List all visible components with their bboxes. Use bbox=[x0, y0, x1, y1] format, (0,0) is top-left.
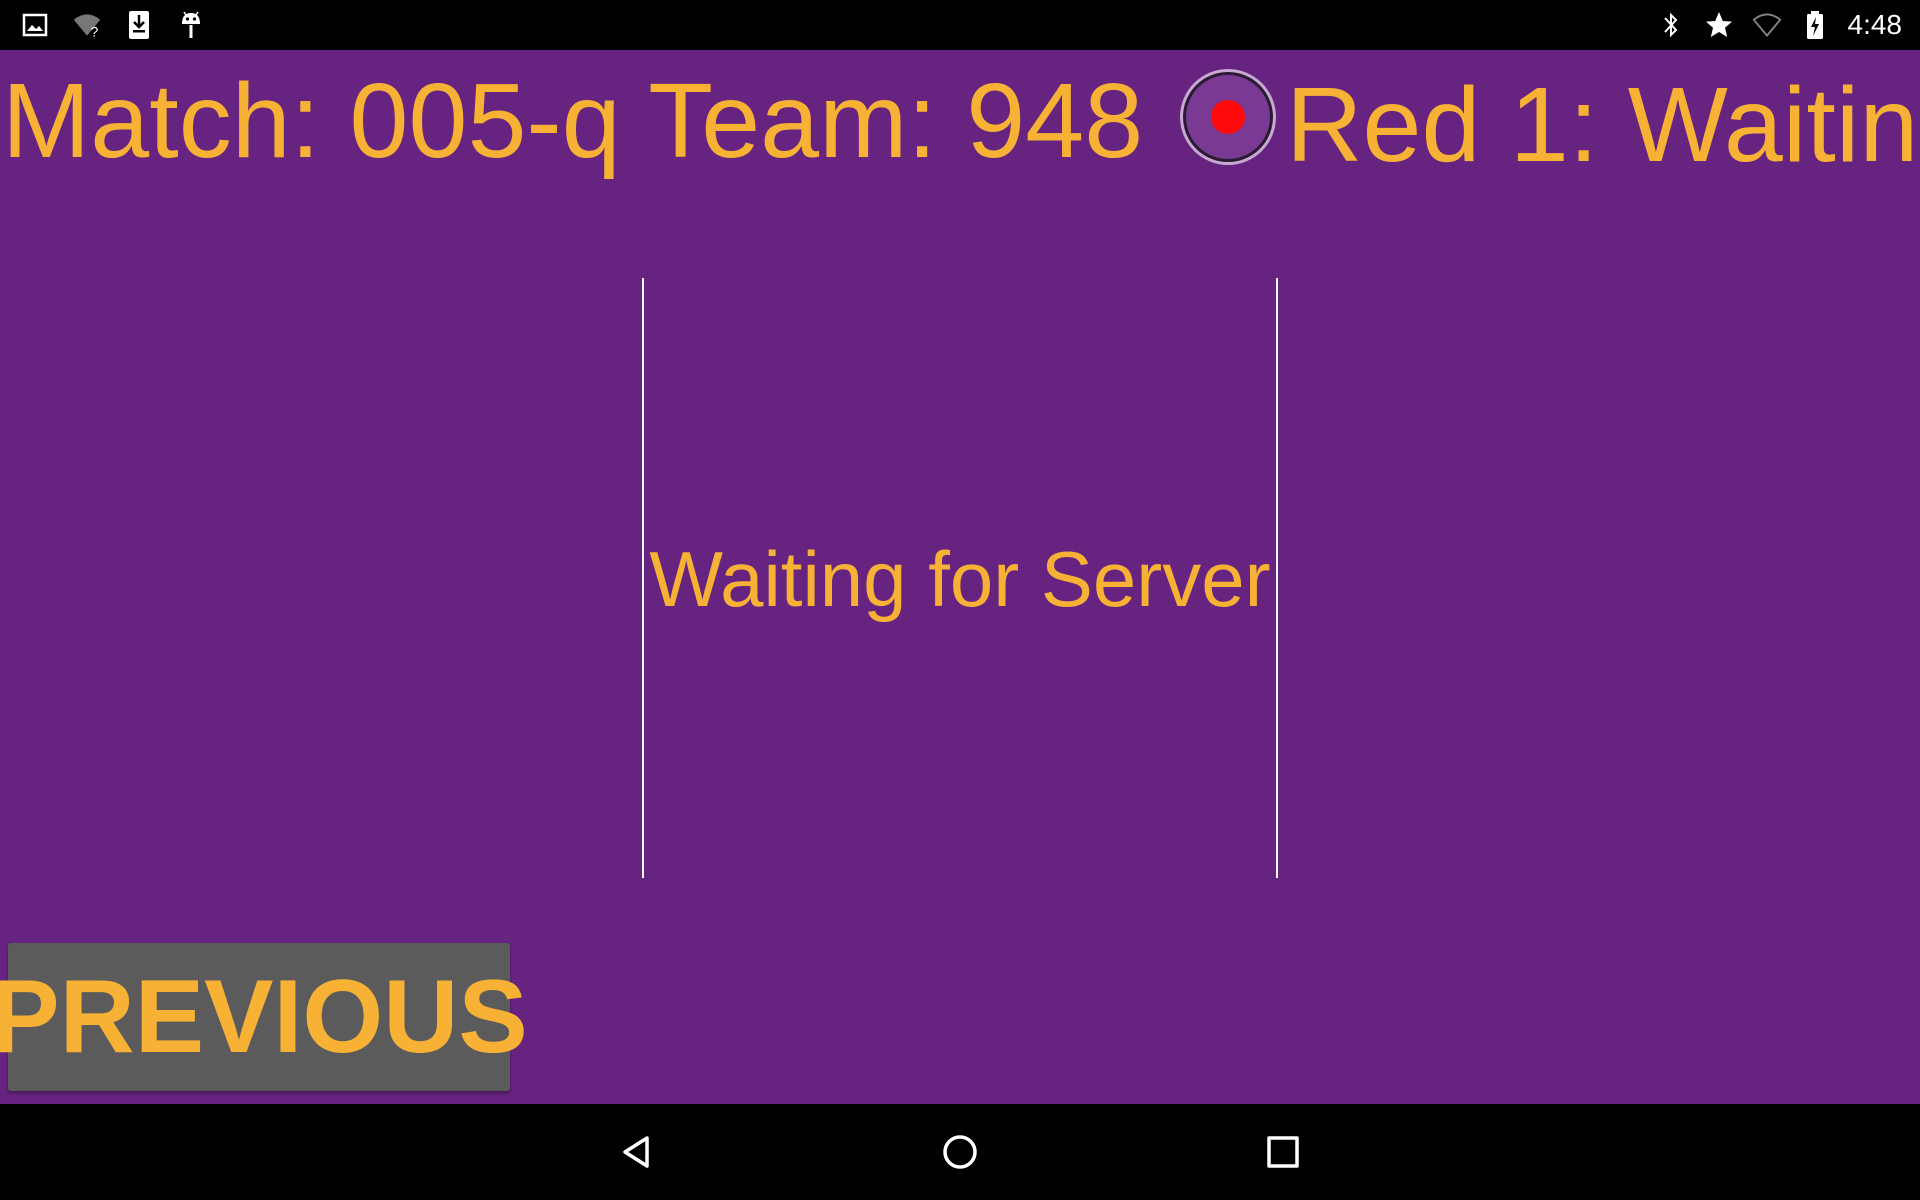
recents-button[interactable] bbox=[1223, 1104, 1343, 1200]
status-bar-notifications: ? bbox=[20, 0, 206, 50]
device-screen: ? 4:48 Match: 005-q Team: 948 Red 1: Wai… bbox=[0, 0, 1920, 1200]
record-button[interactable] bbox=[1183, 72, 1273, 162]
status-clock: 4:48 bbox=[1847, 9, 1903, 40]
recents-icon bbox=[1267, 1136, 1299, 1168]
status-bar-system: 4:48 bbox=[1656, 0, 1903, 50]
previous-button[interactable]: PREVIOUS bbox=[0, 943, 528, 1091]
position-status-label: Red 1: Waiting bbox=[1286, 66, 1920, 184]
back-button[interactable] bbox=[577, 1104, 697, 1200]
home-icon bbox=[943, 1135, 977, 1169]
svg-text:?: ? bbox=[91, 23, 99, 39]
match-team-label: Match: 005-q Team: 948 bbox=[2, 62, 1144, 180]
image-icon bbox=[20, 10, 50, 40]
record-icon bbox=[1211, 100, 1245, 134]
app-content: Match: 005-q Team: 948 Red 1: Waiting Wa… bbox=[0, 50, 1920, 1104]
download-icon bbox=[124, 10, 154, 40]
bluetooth-icon bbox=[1656, 10, 1686, 40]
navigation-bar bbox=[0, 1104, 1920, 1200]
status-bar: ? 4:48 bbox=[0, 0, 1920, 50]
wifi-icon bbox=[1752, 10, 1782, 40]
right-divider bbox=[1276, 278, 1278, 878]
back-icon bbox=[623, 1136, 649, 1168]
android-debug-icon bbox=[176, 10, 206, 40]
star-icon bbox=[1704, 10, 1734, 40]
waiting-message: Waiting for Server bbox=[649, 535, 1271, 623]
wifi-question-icon: ? bbox=[72, 10, 102, 40]
battery-charging-icon bbox=[1800, 10, 1830, 40]
home-button[interactable] bbox=[900, 1104, 1020, 1200]
